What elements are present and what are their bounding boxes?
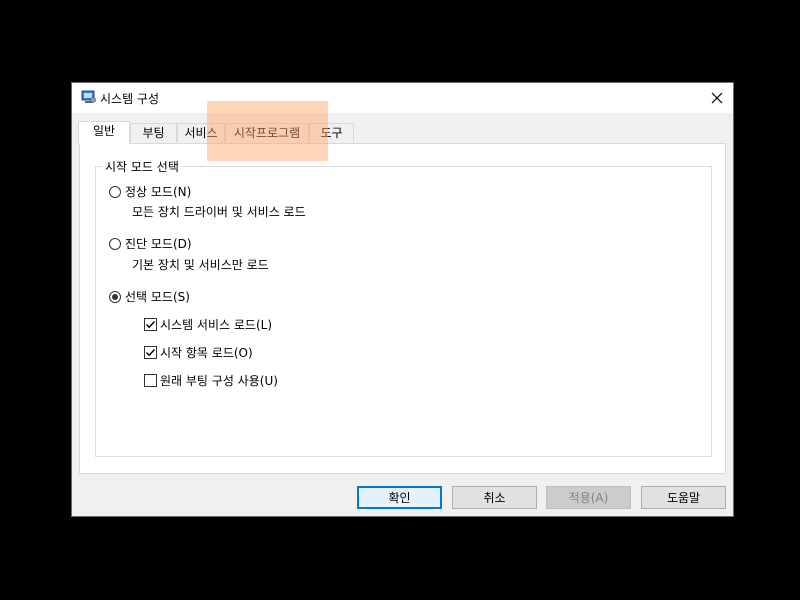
checkmark-icon (146, 321, 156, 329)
apply-button[interactable]: 적용(A) (546, 486, 631, 509)
close-icon (711, 92, 723, 104)
system-configuration-window: 시스템 구성 일반 부팅 서비스 시작프로그램 도구 시작 모드 선택 정상 모… (71, 82, 734, 517)
general-tab-panel: 시작 모드 선택 정상 모드(N) 모든 장치 드라이버 및 서비스 로드 진단… (79, 143, 726, 474)
selective-startup-radio[interactable] (109, 290, 121, 303)
load-startup-items-option[interactable]: 시작 항목 로드(O) (144, 344, 253, 361)
diagnostic-startup-radio[interactable] (109, 237, 121, 250)
use-original-boot-config-label: 원래 부팅 구성 사용(U) (160, 374, 278, 388)
close-button[interactable] (701, 83, 733, 113)
use-original-boot-config-checkbox[interactable] (144, 374, 157, 387)
load-system-services-checkbox[interactable] (144, 318, 157, 331)
group-legend: 시작 모드 선택 (102, 158, 182, 175)
tab-general[interactable]: 일반 (78, 121, 130, 144)
tab-services[interactable]: 서비스 (177, 123, 225, 142)
normal-startup-label: 정상 모드(N) (125, 185, 192, 199)
window-title: 시스템 구성 (100, 92, 160, 106)
tab-startup[interactable]: 시작프로그램 (225, 123, 309, 142)
load-system-services-option[interactable]: 시스템 서비스 로드(L) (144, 316, 272, 333)
selective-startup-option[interactable]: 선택 모드(S) (109, 288, 190, 305)
help-button[interactable]: 도움말 (641, 486, 726, 509)
checkmark-icon (146, 349, 156, 357)
tab-boot[interactable]: 부팅 (130, 123, 177, 142)
load-startup-items-checkbox[interactable] (144, 346, 157, 359)
msconfig-app-icon (81, 90, 96, 103)
startup-selection-group: 시작 모드 선택 정상 모드(N) 모든 장치 드라이버 및 서비스 로드 진단… (95, 158, 712, 457)
tab-strip: 일반 부팅 서비스 시작프로그램 도구 (78, 121, 678, 144)
load-startup-items-label: 시작 항목 로드(O) (160, 346, 253, 360)
diagnostic-startup-description: 기본 장치 및 서비스만 로드 (132, 258, 269, 272)
normal-startup-radio[interactable] (109, 185, 121, 198)
load-system-services-label: 시스템 서비스 로드(L) (160, 318, 272, 332)
title-bar: 시스템 구성 (72, 83, 733, 113)
diagnostic-startup-label: 진단 모드(D) (125, 237, 192, 251)
cancel-button[interactable]: 취소 (452, 486, 537, 509)
selective-startup-label: 선택 모드(S) (125, 290, 190, 304)
tab-tools[interactable]: 도구 (309, 123, 354, 142)
diagnostic-startup-option[interactable]: 진단 모드(D) (109, 235, 192, 252)
normal-startup-description: 모든 장치 드라이버 및 서비스 로드 (132, 205, 306, 219)
normal-startup-option[interactable]: 정상 모드(N) (109, 183, 191, 200)
ok-button[interactable]: 확인 (357, 486, 442, 509)
use-original-boot-config-option[interactable]: 원래 부팅 구성 사용(U) (144, 372, 278, 389)
